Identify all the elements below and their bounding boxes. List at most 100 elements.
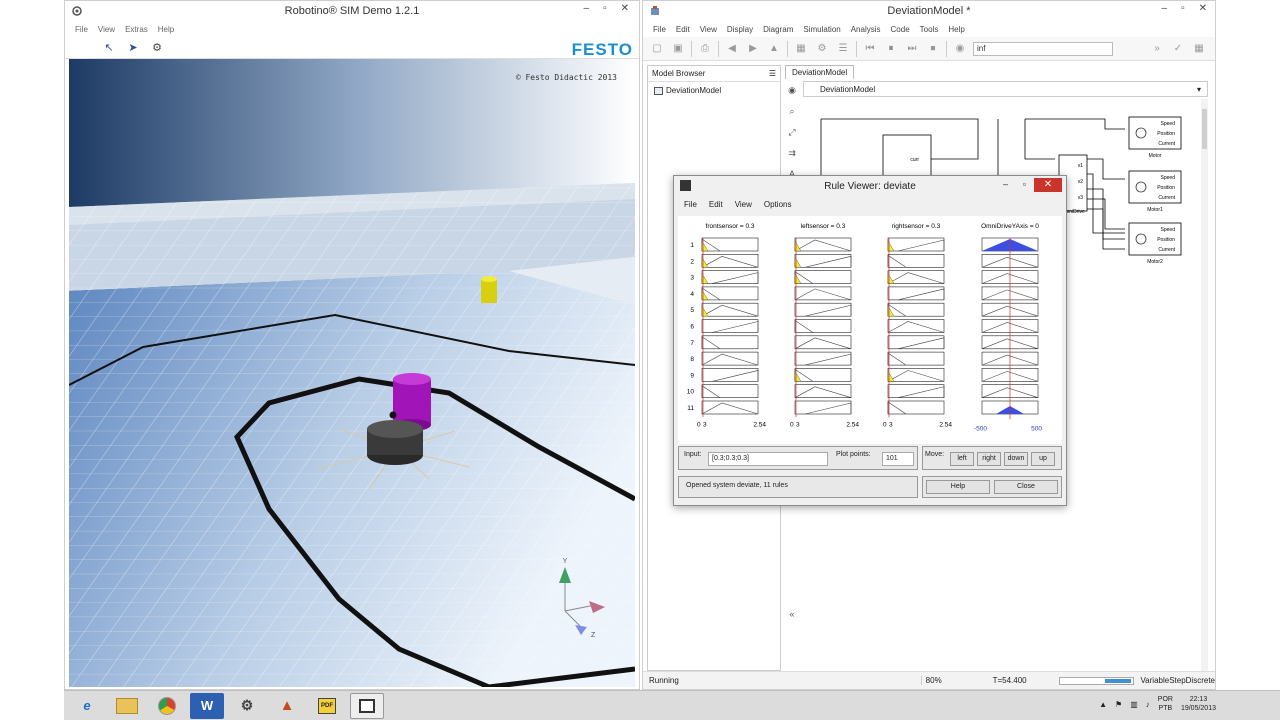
hide-browser-icon[interactable]: ◉ <box>788 85 796 96</box>
rule-cell <box>701 319 759 333</box>
check-icon[interactable]: ✓ <box>1170 41 1186 57</box>
move-up-button[interactable]: up <box>1031 452 1055 466</box>
browser-item-model[interactable]: DeviationModel <box>648 82 780 99</box>
close-icon[interactable]: ✕ <box>1199 3 1207 14</box>
svg-text:v3: v3 <box>1078 195 1084 201</box>
help-button[interactable]: Help <box>926 480 990 494</box>
fit-icon[interactable]: ⤢ <box>788 127 795 138</box>
move-left-button[interactable]: left <box>950 452 974 466</box>
collapse-icon[interactable]: « <box>789 609 794 619</box>
new-model-icon[interactable]: ▢ <box>649 41 665 57</box>
chrome-icon[interactable] <box>150 693 184 719</box>
move-down-button[interactable]: down <box>1004 452 1028 466</box>
menu-diagram[interactable]: Diagram <box>763 25 793 34</box>
dialog-title: Rule Viewer: deviate <box>824 180 916 192</box>
select-tool-icon[interactable]: ➤ <box>125 40 141 56</box>
robotino-icon[interactable]: ⚙ <box>230 693 264 719</box>
svg-text:Motor1: Motor1 <box>1147 207 1163 213</box>
pause-icon[interactable]: ⏸ <box>883 41 899 57</box>
arrow-icon[interactable]: ⇉ <box>788 148 796 159</box>
tray-arrow-icon[interactable]: ▲ <box>1099 700 1107 709</box>
ie-icon[interactable]: e <box>70 693 104 719</box>
browser-menu-icon[interactable]: ☰ <box>769 69 776 78</box>
rule-cell <box>701 368 759 382</box>
menu-help[interactable]: Help <box>948 25 964 34</box>
window-icon[interactable] <box>350 692 384 719</box>
menu-code[interactable]: Code <box>891 25 910 34</box>
matlab-icon[interactable]: ▲ <box>270 693 304 719</box>
robot-tool-icon[interactable]: ⚙ <box>149 40 165 56</box>
step-forward-icon[interactable]: ⏭ <box>904 41 920 57</box>
menu-display[interactable]: Display <box>727 25 753 34</box>
flag-icon[interactable]: ⚑ <box>1115 700 1122 709</box>
rule-cell <box>701 400 759 415</box>
menu-file[interactable]: File <box>684 200 697 209</box>
rule-plot-area[interactable]: frontsensor = 0.3 leftsensor = 0.3 rightse… <box>678 216 1062 444</box>
menu-extras[interactable]: Extras <box>125 25 148 34</box>
plot-points-field[interactable]: 101 <box>882 452 914 466</box>
back-icon[interactable]: ◀ <box>724 41 740 57</box>
dialog-menu: File Edit View Options <box>674 196 1066 212</box>
minimize-icon[interactable]: – <box>1162 3 1168 14</box>
maximize-icon[interactable]: ▫ <box>1023 179 1026 189</box>
menu-file[interactable]: File <box>75 25 88 34</box>
rule-cell <box>887 384 945 398</box>
volume-icon[interactable]: ♪ <box>1146 700 1150 709</box>
zoom-icon[interactable]: ⌕ <box>789 106 794 117</box>
tab-deviation-model[interactable]: DeviationModel <box>785 65 855 79</box>
more-icon[interactable]: » <box>1149 41 1165 57</box>
minimize-icon[interactable]: – <box>1003 179 1008 189</box>
menu-view[interactable]: View <box>735 200 752 209</box>
rule-number: 2 <box>690 258 694 265</box>
menu-tools[interactable]: Tools <box>920 25 939 34</box>
menu-analysis[interactable]: Analysis <box>851 25 881 34</box>
robotino-sim-window: Robotino® SIM Demo 1.2.1 – ▫ ✕ File View… <box>64 0 640 690</box>
pdf-icon[interactable]: PDF <box>310 693 344 719</box>
sim-time: T=54.400 <box>992 676 1027 685</box>
up-icon[interactable]: ▲ <box>766 41 782 57</box>
chevron-down-icon[interactable]: ▾ <box>1197 85 1201 94</box>
close-icon[interactable]: ✕ <box>621 3 629 14</box>
close-icon[interactable]: ✕ <box>1034 178 1062 192</box>
menu-edit[interactable]: Edit <box>709 200 723 209</box>
menu-view[interactable]: View <box>98 25 115 34</box>
menu-options[interactable]: Options <box>764 200 792 209</box>
language-indicator[interactable]: POR PTB <box>1158 695 1173 713</box>
menu-simulation[interactable]: Simulation <box>803 25 840 34</box>
settings-icon[interactable]: ⚙ <box>814 41 830 57</box>
simulation-3d-view[interactable]: Y Z © Festo Didactic 2013 <box>69 59 635 687</box>
folder-icon[interactable] <box>110 693 144 719</box>
step-back-icon[interactable]: ⏮ <box>862 41 878 57</box>
svg-text:Position: Position <box>1157 185 1175 191</box>
close-button[interactable]: Close <box>994 480 1058 494</box>
library-icon[interactable]: ▦ <box>793 41 809 57</box>
print-icon[interactable]: ⎙ <box>697 41 713 57</box>
column-header: rightsensor = 0.3 <box>892 223 941 230</box>
move-right-button[interactable]: right <box>977 452 1001 466</box>
plot-points-label: Plot points: <box>836 451 871 458</box>
maximize-icon[interactable]: ▫ <box>603 3 607 14</box>
pointer-tool-icon[interactable]: ↖ <box>101 40 117 56</box>
network-icon[interactable]: ▥ <box>1130 700 1138 709</box>
clock[interactable]: 22:13 19/05/2013 <box>1181 695 1216 713</box>
rule-cell <box>887 237 945 252</box>
record-icon[interactable]: ◉ <box>952 41 968 57</box>
word-icon[interactable]: W <box>190 692 224 719</box>
column-header: leftsensor = 0.3 <box>801 223 846 230</box>
svg-text:Z: Z <box>591 632 596 639</box>
forward-icon[interactable]: ▶ <box>745 41 761 57</box>
explorer-icon[interactable]: ☰ <box>835 41 851 57</box>
axis-value-label: 3 <box>889 421 893 428</box>
stop-icon[interactable]: ⏹ <box>925 41 941 57</box>
stop-time-field[interactable]: inf <box>973 41 1113 56</box>
minimize-icon[interactable]: – <box>584 3 590 14</box>
matlab-figure-icon <box>680 180 691 191</box>
maximize-icon[interactable]: ▫ <box>1181 3 1185 14</box>
menu-file[interactable]: File <box>653 25 666 34</box>
menu-edit[interactable]: Edit <box>676 25 690 34</box>
input-field[interactable]: [0.3;0.3;0.3] <box>708 452 828 466</box>
grid-icon[interactable]: ▦ <box>1191 41 1207 57</box>
menu-help[interactable]: Help <box>158 25 174 34</box>
menu-view[interactable]: View <box>700 25 717 34</box>
save-icon[interactable]: ▣ <box>670 41 686 57</box>
